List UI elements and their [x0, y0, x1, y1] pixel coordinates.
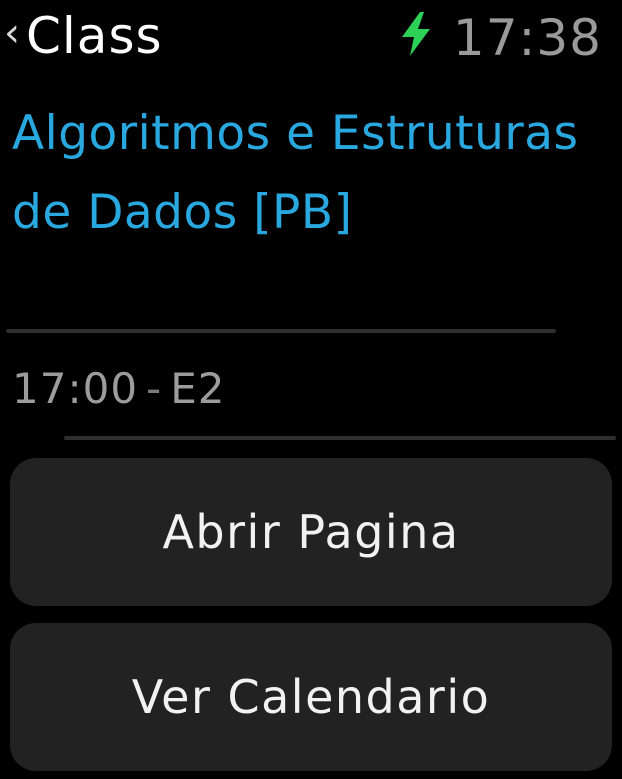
lightning-bolt-icon	[402, 12, 430, 56]
class-time: 17:00	[12, 363, 139, 413]
open-page-button[interactable]: Abrir Pagina	[10, 458, 612, 606]
class-title: Algoritmos e Estruturas de Dados [PB]	[12, 106, 579, 240]
class-time-room: 17:00 - E2	[12, 360, 225, 416]
class-room: E2	[170, 363, 226, 413]
chevron-left-icon: ‹	[4, 10, 20, 56]
separator: -	[146, 363, 163, 413]
clock: 17:38	[452, 9, 602, 67]
back-label: Class	[26, 7, 163, 65]
back-button[interactable]: ‹ Class	[4, 6, 163, 66]
status-bar: ‹ Class 17:38	[0, 0, 622, 80]
view-calendar-button[interactable]: Ver Calendario	[10, 623, 612, 771]
divider	[6, 329, 556, 333]
divider	[64, 436, 616, 440]
